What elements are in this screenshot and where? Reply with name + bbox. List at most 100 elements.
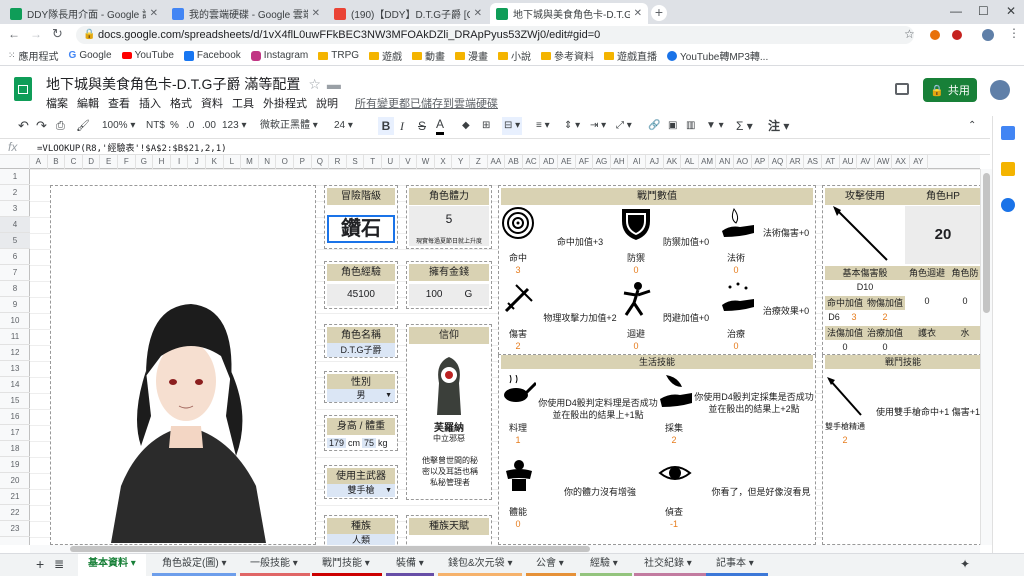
font-select[interactable]: 微軟正黑體 ▾	[260, 117, 318, 135]
row-header[interactable]: 8	[0, 281, 30, 297]
race-select[interactable]: 人類	[327, 534, 395, 545]
bookmark-folder-reference[interactable]: 參考資料	[541, 48, 594, 63]
name-value[interactable]: D.T.G子爵	[327, 343, 395, 357]
collapse-toolbar-icon[interactable]: ⌃	[968, 117, 976, 135]
row-header[interactable]: 12	[0, 345, 30, 361]
formula-text[interactable]: =VLOOKUP(R8,'經驗表'!$A$2:$B$21,2,1)	[37, 141, 227, 154]
fill-color-icon[interactable]: ◆	[462, 117, 470, 135]
minimize-icon[interactable]: —	[950, 4, 962, 18]
close-tab-icon[interactable]: ✕	[474, 8, 482, 19]
star-bookmark-icon[interactable]: ☆	[904, 27, 915, 41]
row-header[interactable]: 11	[0, 329, 30, 345]
row-header[interactable]: 9	[0, 297, 30, 313]
column-header[interactable]: I	[171, 155, 189, 169]
strikethrough-button[interactable]: S	[418, 117, 426, 135]
browser-tab-1[interactable]: DDY隊長用介面 - Google 試算表✕	[4, 3, 164, 24]
browser-tab-4-active[interactable]: 地下城與美食角色卡-D.T.G子爵 - ✕	[490, 3, 648, 24]
text-rotation-icon[interactable]: ⤢ ▾	[616, 117, 632, 135]
column-header[interactable]: AM	[699, 155, 717, 169]
column-header[interactable]: AX	[892, 155, 910, 169]
menu-file[interactable]: 檔案	[46, 95, 68, 111]
menu-format[interactable]: 格式	[170, 95, 192, 111]
italic-button[interactable]: I	[400, 117, 404, 135]
column-header[interactable]: B	[48, 155, 66, 169]
zoom-select[interactable]: 100% ▾	[102, 117, 135, 135]
merge-cells-icon[interactable]: ⊟ ▾	[502, 117, 523, 135]
column-header[interactable]: AO	[734, 155, 752, 169]
back-icon[interactable]: ←	[8, 27, 20, 41]
column-header[interactable]: AP	[752, 155, 770, 169]
spreadsheet-grid[interactable]: 冒險階級 鑽石 角色體力 5 現實每過夏節日就上升度 角色經驗 45100 擁有…	[30, 169, 980, 545]
insert-chart-icon[interactable]: ▥	[686, 117, 695, 135]
column-header[interactable]: AT	[822, 155, 840, 169]
weapon-select[interactable]: 雙手槍 ▼	[327, 484, 395, 497]
column-header[interactable]: S	[347, 155, 365, 169]
move-folder-icon[interactable]: ▬	[327, 76, 341, 92]
bookmark-apps[interactable]: ⁙ 應用程式	[8, 48, 59, 63]
browser-tab-3[interactable]: (190)【DDY】D.T.G子爵 [Code✕	[328, 3, 488, 24]
bookmark-folder-anime[interactable]: 動畫	[412, 48, 445, 63]
column-header[interactable]: AW	[875, 155, 893, 169]
borders-icon[interactable]: ⊞	[482, 117, 490, 135]
row-header[interactable]: 14	[0, 377, 30, 393]
row-header[interactable]: 18	[0, 441, 30, 457]
share-button[interactable]: 🔒 共用	[923, 78, 977, 102]
column-header[interactable]: H	[153, 155, 171, 169]
column-header[interactable]: Z	[470, 155, 488, 169]
vertical-align-icon[interactable]: ⇕ ▾	[564, 117, 580, 135]
column-header[interactable]: R	[329, 155, 347, 169]
browser-menu-icon[interactable]: ⋮	[1008, 26, 1020, 40]
gold-value-cell[interactable]: 100 G	[409, 284, 489, 306]
select-all-corner[interactable]	[0, 155, 30, 169]
bookmark-youtube[interactable]: YouTube	[121, 50, 174, 61]
rank-value-cell[interactable]: 鑽石	[327, 215, 395, 243]
column-header[interactable]: AY	[910, 155, 928, 169]
column-header[interactable]: V	[400, 155, 418, 169]
column-header[interactable]: C	[65, 155, 83, 169]
base-damage-value[interactable]: D10	[825, 282, 905, 292]
column-header[interactable]: AJ	[646, 155, 664, 169]
height-value[interactable]: 179	[327, 438, 347, 448]
star-icon[interactable]: ☆	[308, 76, 321, 92]
column-header[interactable]: AQ	[769, 155, 787, 169]
column-header[interactable]: P	[294, 155, 312, 169]
maximize-icon[interactable]: ☐	[978, 4, 989, 18]
row-header[interactable]: 1	[0, 169, 30, 185]
column-header[interactable]: A	[30, 155, 48, 169]
increase-decimal-button[interactable]: .00	[202, 117, 216, 135]
bookmark-folder-streams[interactable]: 遊戲直播	[604, 48, 657, 63]
column-header[interactable]: Q	[312, 155, 330, 169]
menu-data[interactable]: 資料	[201, 95, 223, 111]
close-tab-icon[interactable]: ✕	[634, 8, 642, 19]
insert-comment-icon[interactable]: ▣	[668, 117, 677, 135]
column-header[interactable]: K	[206, 155, 224, 169]
extension-icon[interactable]	[952, 30, 962, 40]
row-header[interactable]: 20	[0, 473, 30, 489]
row-header[interactable]: 3	[0, 201, 30, 217]
comments-icon[interactable]	[895, 83, 909, 95]
column-header[interactable]: AC	[523, 155, 541, 169]
text-wrap-icon[interactable]: ⇥ ▾	[590, 117, 606, 135]
dodge-value[interactable]: 0	[905, 296, 949, 306]
row-header[interactable]: 19	[0, 457, 30, 473]
profile-avatar[interactable]	[982, 29, 994, 41]
bookmark-instagram[interactable]: Instagram	[250, 50, 308, 61]
column-header[interactable]: AG	[593, 155, 611, 169]
row-header[interactable]: 13	[0, 361, 30, 377]
bookmark-facebook[interactable]: Facebook	[183, 50, 241, 61]
document-title[interactable]: 地下城與美食角色卡-D.T.G子爵 滿等配置 ☆ ▬	[46, 74, 341, 94]
column-header[interactable]: AF	[576, 155, 594, 169]
row-header[interactable]: 16	[0, 409, 30, 425]
column-header[interactable]: AE	[558, 155, 576, 169]
column-header[interactable]: AA	[488, 155, 506, 169]
column-header[interactable]: G	[136, 155, 154, 169]
column-header[interactable]: Y	[452, 155, 470, 169]
menu-view[interactable]: 查看	[108, 95, 130, 111]
column-header[interactable]: AK	[664, 155, 682, 169]
close-tab-icon[interactable]: ✕	[150, 8, 158, 19]
functions-icon[interactable]: Σ ▾	[736, 117, 753, 135]
bookmark-google[interactable]: G Google	[69, 50, 112, 61]
column-header[interactable]: J	[188, 155, 206, 169]
bookmark-folder-trpg[interactable]: TRPG	[318, 50, 359, 61]
redo-icon[interactable]: ↷	[36, 117, 47, 135]
